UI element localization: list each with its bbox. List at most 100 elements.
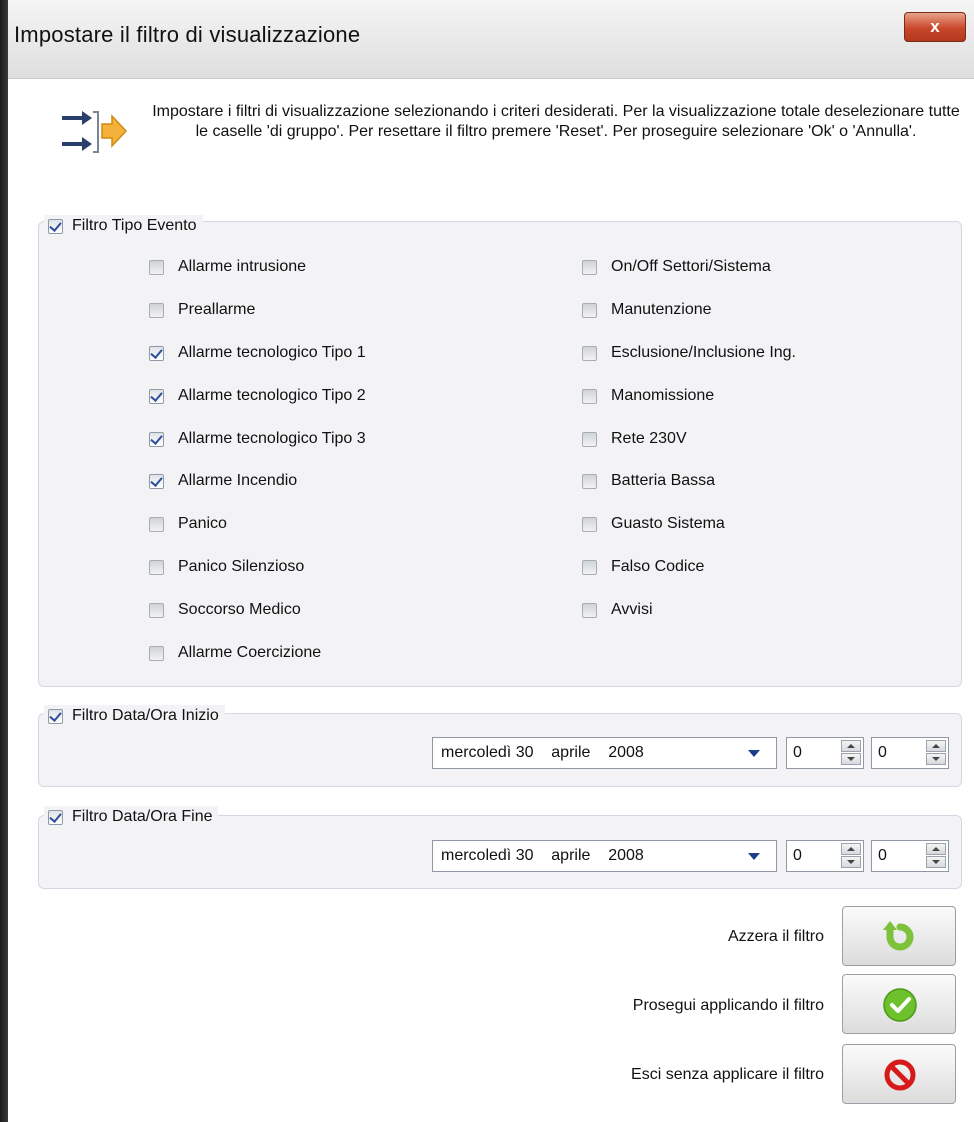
checkbox-data-ora-fine[interactable]	[48, 809, 63, 825]
checkbox[interactable]	[149, 559, 164, 575]
option-batteria-bassa[interactable]: Batteria Bassa	[582, 470, 715, 492]
ok-button[interactable]	[842, 974, 956, 1034]
reset-button[interactable]	[842, 906, 956, 966]
spin-up-icon[interactable]	[841, 740, 861, 752]
spinner-buttons[interactable]	[926, 740, 946, 766]
option-soccorso-medico[interactable]: Soccorso Medico	[149, 599, 301, 621]
option-label: Soccorso Medico	[178, 601, 301, 618]
spin-down-icon[interactable]	[841, 856, 861, 868]
spin-down-icon[interactable]	[926, 753, 946, 765]
checkmark-icon	[883, 988, 917, 1022]
info-text: Impostare i filtri di visualizzazione se…	[152, 103, 960, 140]
option-preallarme[interactable]: Preallarme	[149, 299, 255, 321]
checkbox[interactable]	[149, 302, 164, 318]
option-label: Allarme Incendio	[178, 472, 298, 489]
filter-dialog: Impostare il filtro di visualizzazione x…	[0, 0, 974, 1122]
checkbox[interactable]	[149, 259, 164, 275]
option-label: Manutenzione	[611, 301, 712, 318]
checkbox[interactable]	[582, 345, 597, 361]
option-label: Preallarme	[178, 301, 256, 318]
group-fine-legend[interactable]: Filtro Data/Ora Fine	[44, 806, 219, 828]
checkbox[interactable]	[149, 345, 164, 361]
minute-spinner-fine[interactable]: 0	[871, 840, 949, 872]
group-inizio-legend[interactable]: Filtro Data/Ora Inizio	[44, 705, 225, 727]
checkbox[interactable]	[149, 388, 164, 404]
cancel-button[interactable]	[842, 1044, 956, 1104]
checkbox[interactable]	[582, 431, 597, 447]
option-label: Avvisi	[611, 601, 653, 618]
hour-value: 0	[793, 744, 802, 761]
checkbox[interactable]	[582, 259, 597, 275]
reset-icon	[883, 921, 914, 951]
checkbox[interactable]	[582, 516, 597, 532]
spinner-buttons[interactable]	[841, 740, 861, 766]
spin-down-icon[interactable]	[926, 856, 946, 868]
option-label: Batteria Bassa	[611, 472, 716, 489]
option-manomissione[interactable]: Manomissione	[582, 385, 714, 407]
option-tecnologico-2[interactable]: Allarme tecnologico Tipo 2	[149, 385, 366, 407]
option-panico[interactable]: Panico	[149, 513, 227, 535]
option-guasto-sistema[interactable]: Guasto Sistema	[582, 513, 725, 535]
window-left-border	[0, 0, 8, 1122]
minute-value: 0	[878, 744, 887, 761]
option-label: Falso Codice	[611, 558, 705, 575]
checkbox[interactable]	[149, 645, 164, 661]
checkbox-data-ora-inizio-label: Filtro Data/Ora Inizio	[72, 707, 219, 724]
date-picker-inizio[interactable]: mercoledì 30 aprile 2008	[432, 737, 777, 769]
title-bar: Impostare il filtro di visualizzazione x	[0, 0, 974, 1122]
hour-spinner-inizio[interactable]: 0	[786, 737, 864, 769]
checkbox[interactable]	[582, 602, 597, 618]
dropdown-arrow-icon[interactable]	[748, 750, 760, 757]
spinner-buttons[interactable]	[841, 843, 861, 869]
option-label: Allarme tecnologico Tipo 3	[178, 430, 366, 447]
option-label: Allarme Coercizione	[178, 644, 322, 661]
option-label: Allarme tecnologico Tipo 2	[178, 387, 366, 404]
option-panico-silenzioso[interactable]: Panico Silenzioso	[149, 556, 304, 578]
option-falso-codice[interactable]: Falso Codice	[582, 556, 704, 578]
close-button[interactable]: x	[904, 12, 966, 42]
option-tecnologico-1[interactable]: Allarme tecnologico Tipo 1	[149, 342, 366, 364]
cancel-label: Esci senza applicare il filtro	[631, 1066, 824, 1083]
checkbox-tipo-evento[interactable]	[48, 218, 63, 234]
group-tipo-evento-legend[interactable]: Filtro Tipo Evento	[44, 215, 203, 237]
checkbox[interactable]	[149, 602, 164, 618]
option-rete-230v[interactable]: Rete 230V	[582, 428, 687, 450]
dropdown-arrow-icon[interactable]	[748, 853, 760, 860]
option-coercizione[interactable]: Allarme Coercizione	[149, 642, 321, 664]
checkbox[interactable]	[582, 559, 597, 575]
filter-arrows-icon	[62, 111, 128, 153]
checkbox-data-ora-inizio[interactable]	[48, 708, 63, 724]
option-esclusione[interactable]: Esclusione/Inclusione Ing.	[582, 342, 796, 364]
hour-value: 0	[793, 847, 802, 864]
checkbox-tipo-evento-label: Filtro Tipo Evento	[72, 217, 197, 234]
spin-up-icon[interactable]	[841, 843, 861, 855]
checkbox[interactable]	[582, 302, 597, 318]
minute-spinner-inizio[interactable]: 0	[871, 737, 949, 769]
checkbox[interactable]	[582, 473, 597, 489]
date-picker-fine[interactable]: mercoledì 30 aprile 2008	[432, 840, 777, 872]
spin-down-icon[interactable]	[841, 753, 861, 765]
option-label: Guasto Sistema	[611, 515, 725, 532]
ok-label: Prosegui applicando il filtro	[632, 997, 824, 1014]
spinner-buttons[interactable]	[926, 843, 946, 869]
spin-up-icon[interactable]	[926, 740, 946, 752]
hour-spinner-fine[interactable]: 0	[786, 840, 864, 872]
option-label: Panico	[178, 515, 227, 532]
checkbox[interactable]	[149, 431, 164, 447]
option-allarme-intrusione[interactable]: Allarme intrusione	[149, 256, 306, 278]
close-icon: x	[930, 17, 940, 36]
option-label: Rete 230V	[611, 430, 687, 447]
option-incendio[interactable]: Allarme Incendio	[149, 470, 297, 492]
checkbox[interactable]	[149, 516, 164, 532]
option-label: Allarme intrusione	[178, 258, 307, 275]
spin-up-icon[interactable]	[926, 843, 946, 855]
prohibited-icon	[884, 1059, 916, 1091]
option-onoff-settori[interactable]: On/Off Settori/Sistema	[582, 256, 771, 278]
checkbox-data-ora-fine-label: Filtro Data/Ora Fine	[72, 808, 213, 825]
option-manutenzione[interactable]: Manutenzione	[582, 299, 712, 321]
option-label: On/Off Settori/Sistema	[611, 258, 771, 275]
checkbox[interactable]	[149, 473, 164, 489]
option-tecnologico-3[interactable]: Allarme tecnologico Tipo 3	[149, 428, 366, 450]
checkbox[interactable]	[582, 388, 597, 404]
option-avvisi[interactable]: Avvisi	[582, 599, 653, 621]
